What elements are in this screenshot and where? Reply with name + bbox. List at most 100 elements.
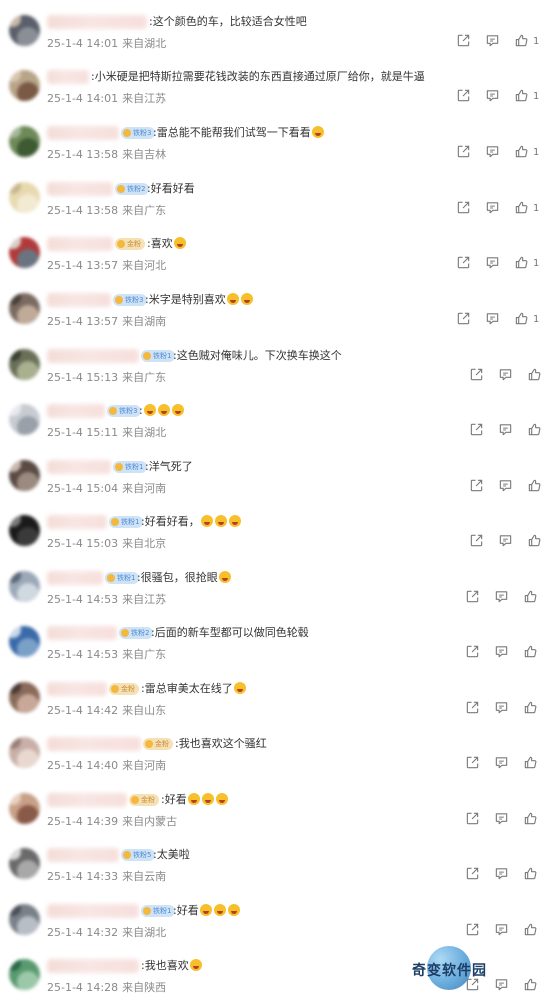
thumbs-up-icon[interactable] (523, 866, 539, 882)
comment-icon[interactable] (494, 589, 510, 605)
comment-icon[interactable] (494, 866, 510, 882)
share-icon[interactable] (465, 644, 481, 660)
share-icon[interactable] (465, 866, 481, 882)
comment-date: 25-1-4 14:39 (47, 815, 119, 828)
username-blurred[interactable] (47, 460, 111, 474)
share-icon[interactable] (469, 533, 485, 549)
share-icon[interactable] (456, 33, 472, 49)
comment-icon[interactable] (494, 922, 510, 938)
comment-icon[interactable] (485, 144, 501, 160)
thumbs-up-icon[interactable] (527, 367, 543, 383)
thumbs-up-icon[interactable] (514, 311, 530, 327)
comment-date: 25-1-4 13:57 (47, 259, 119, 272)
thumbs-up-icon[interactable] (523, 644, 539, 660)
comment-icon[interactable] (498, 533, 514, 549)
comment-icon[interactable] (485, 33, 501, 49)
username-blurred[interactable] (47, 515, 107, 529)
avatar[interactable] (9, 126, 40, 157)
avatar[interactable] (9, 460, 40, 491)
share-icon[interactable] (469, 367, 485, 383)
avatar[interactable] (9, 959, 40, 990)
comment-icon[interactable] (498, 478, 514, 494)
thumbs-up-icon[interactable] (523, 700, 539, 716)
username-blurred[interactable] (47, 70, 89, 84)
share-icon[interactable] (465, 755, 481, 771)
avatar[interactable] (9, 793, 40, 824)
username-blurred[interactable] (47, 682, 107, 696)
avatar[interactable] (9, 904, 40, 935)
comment-date: 25-1-4 14:01 (47, 37, 119, 50)
comment-icon[interactable] (485, 88, 501, 104)
username-blurred[interactable] (47, 626, 117, 640)
thumbs-up-icon[interactable] (523, 589, 539, 605)
share-icon[interactable] (456, 255, 472, 271)
avatar[interactable] (9, 848, 40, 879)
thumbs-up-icon[interactable] (523, 755, 539, 771)
share-icon[interactable] (456, 311, 472, 327)
thumbs-up-icon[interactable] (514, 200, 530, 216)
thumbs-up-icon[interactable] (523, 811, 539, 827)
avatar[interactable] (9, 15, 40, 46)
comment-actions: 1 (456, 144, 539, 160)
emoji-icon (157, 404, 170, 416)
comment-text: :好看好看 (147, 182, 195, 195)
comment-icon[interactable] (485, 255, 501, 271)
username-blurred[interactable] (47, 182, 113, 196)
username-blurred[interactable] (47, 126, 119, 140)
username-blurred[interactable] (47, 349, 139, 363)
avatar[interactable] (9, 182, 40, 213)
thumbs-up-icon[interactable] (527, 533, 543, 549)
comment-icon[interactable] (498, 367, 514, 383)
avatar[interactable] (9, 682, 40, 713)
avatar[interactable] (9, 737, 40, 768)
avatar[interactable] (9, 293, 40, 324)
share-icon[interactable] (465, 700, 481, 716)
thumbs-up-icon[interactable] (523, 977, 539, 993)
username-blurred[interactable] (47, 737, 141, 751)
thumbs-up-icon[interactable] (514, 33, 530, 49)
share-icon[interactable] (465, 922, 481, 938)
emoji-icon (143, 404, 156, 416)
share-icon[interactable] (456, 200, 472, 216)
avatar[interactable] (9, 237, 40, 268)
avatar[interactable] (9, 571, 40, 602)
username-blurred[interactable] (47, 571, 103, 585)
thumbs-up-icon[interactable] (523, 922, 539, 938)
emoji-icon (228, 515, 241, 527)
username-blurred[interactable] (47, 904, 139, 918)
thumbs-up-icon[interactable] (527, 478, 543, 494)
share-icon[interactable] (469, 422, 485, 438)
comment-icon[interactable] (485, 311, 501, 327)
avatar[interactable] (9, 349, 40, 380)
username-blurred[interactable] (47, 959, 139, 973)
thumbs-up-icon[interactable] (514, 88, 530, 104)
comment-icon[interactable] (498, 422, 514, 438)
username-blurred[interactable] (47, 293, 111, 307)
avatar[interactable] (9, 404, 40, 435)
username-blurred[interactable] (47, 793, 127, 807)
share-icon[interactable] (456, 144, 472, 160)
avatar[interactable] (9, 626, 40, 657)
thumbs-up-icon[interactable] (527, 422, 543, 438)
comment-icon[interactable] (494, 644, 510, 660)
emoji-icon (171, 404, 184, 416)
share-icon[interactable] (469, 478, 485, 494)
comment-date: 25-1-4 14:53 (47, 593, 119, 606)
comment-icon[interactable] (494, 811, 510, 827)
share-icon[interactable] (456, 88, 472, 104)
share-icon[interactable] (465, 811, 481, 827)
username-blurred[interactable] (47, 404, 105, 418)
comment-icon[interactable] (485, 200, 501, 216)
thumbs-up-icon[interactable] (514, 255, 530, 271)
avatar[interactable] (9, 70, 40, 101)
username-blurred[interactable] (47, 848, 119, 862)
username-blurred[interactable] (47, 237, 113, 251)
comment-icon[interactable] (494, 700, 510, 716)
comment-icon[interactable] (494, 977, 510, 993)
comment-icon[interactable] (494, 755, 510, 771)
username-blurred[interactable] (47, 15, 147, 29)
share-icon[interactable] (465, 589, 481, 605)
thumbs-up-icon[interactable] (514, 144, 530, 160)
avatar[interactable] (9, 515, 40, 546)
comment-item: 金粉:喜欢 25-1-4 13:57 来自河北 1 (0, 229, 550, 284)
